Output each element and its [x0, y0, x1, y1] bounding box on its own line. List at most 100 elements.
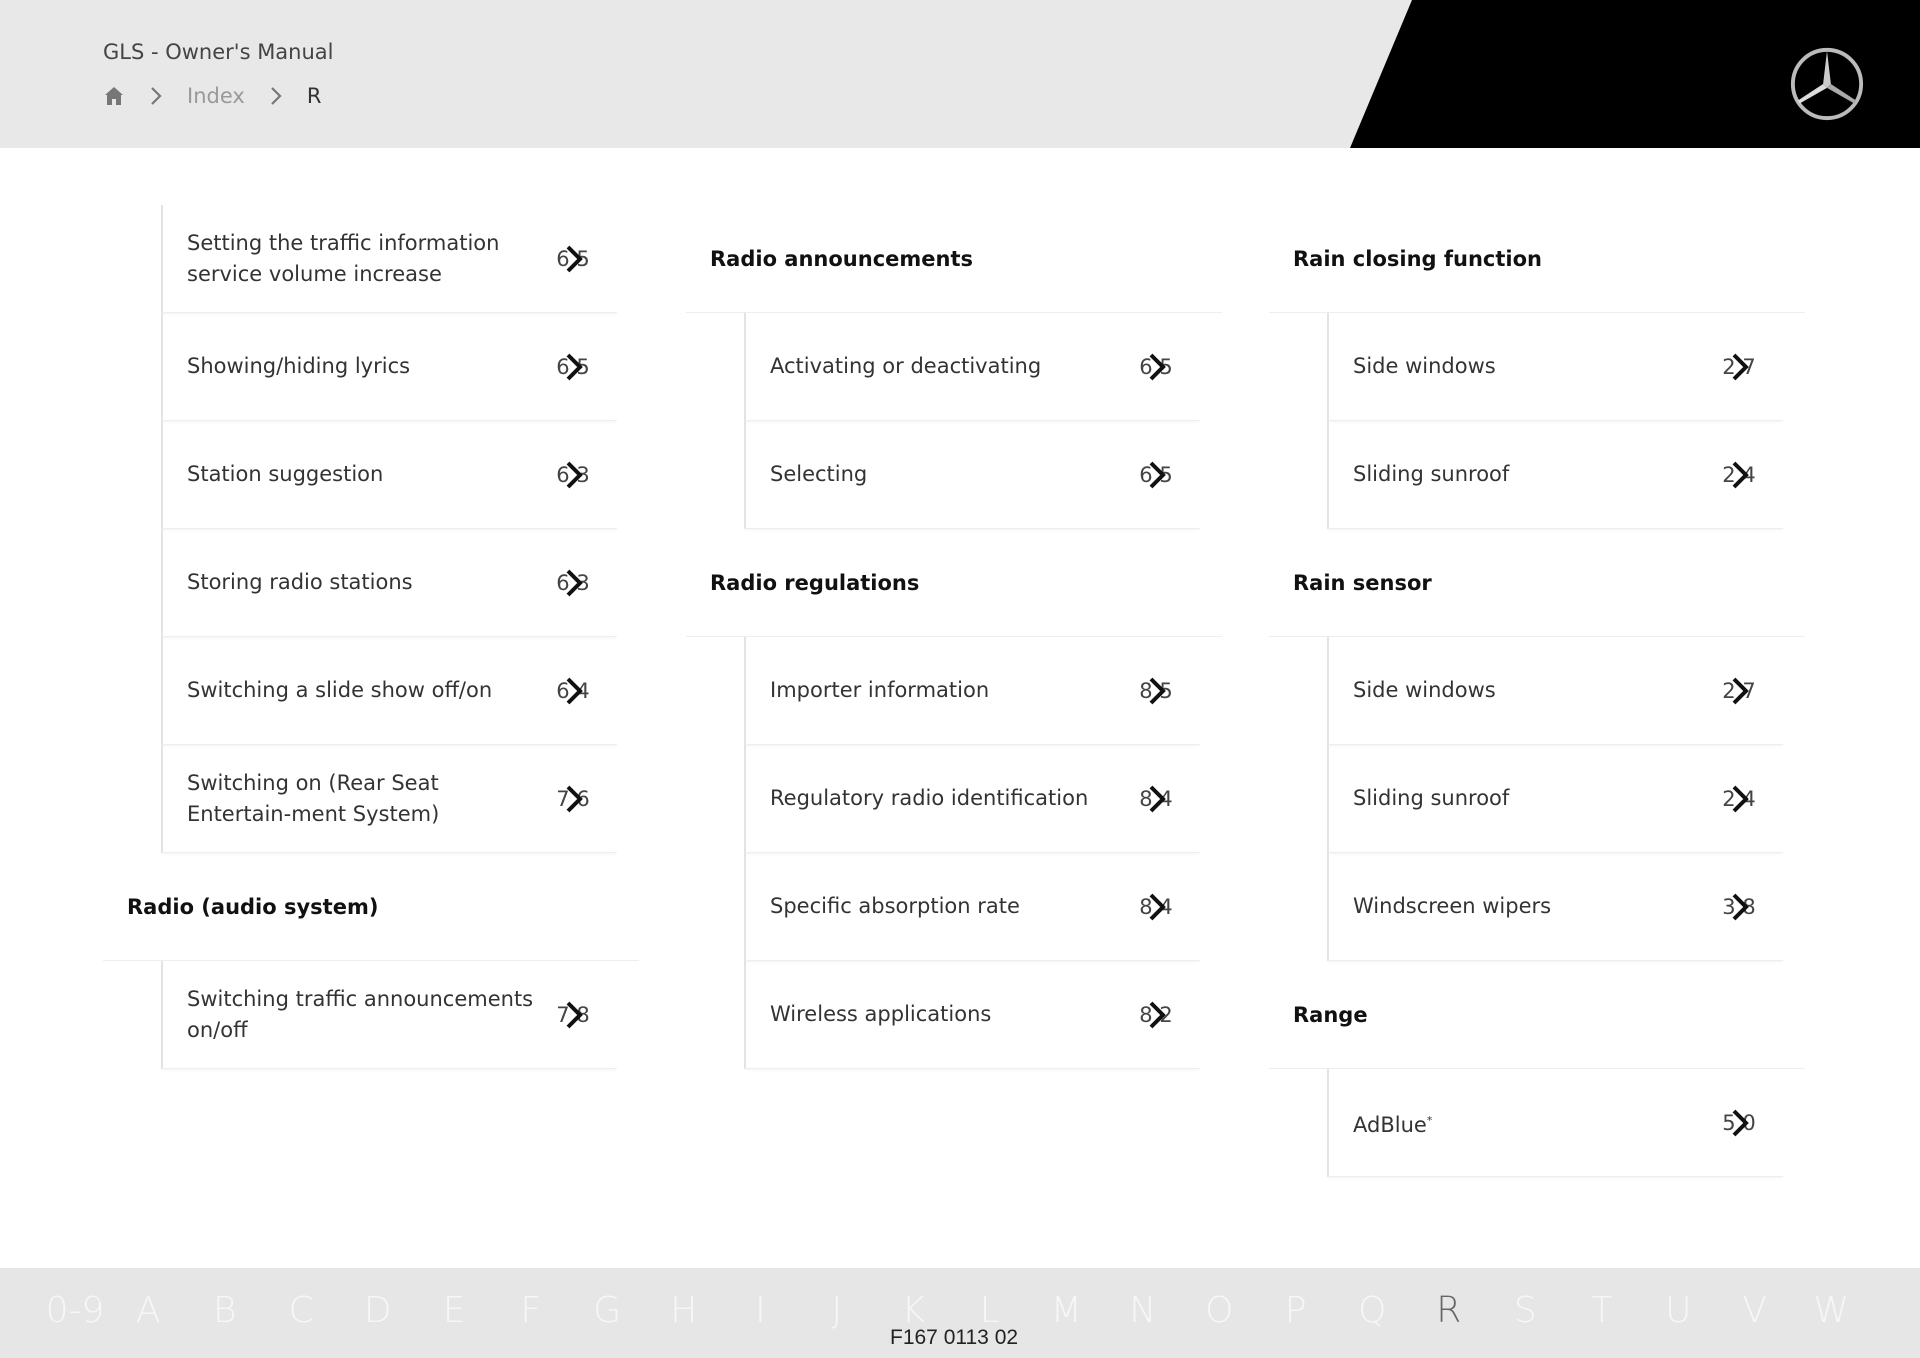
chevron-right-icon[interactable] [1727, 676, 1753, 706]
entry-label: Switching on (Rear Seat Entertain-ment S… [187, 770, 440, 826]
index-entry[interactable]: Sliding sunroof 2 4 [1327, 421, 1783, 529]
index-heading: Radio (audio system) [103, 853, 639, 961]
index-heading: Rain closing function [1269, 205, 1805, 313]
alphabet-letter-c[interactable]: C [263, 1290, 340, 1331]
entry-label: Side windows [1353, 678, 1496, 702]
entry-label: Side windows [1353, 354, 1496, 378]
entry-label: Activating or deactivating [770, 354, 1042, 378]
chevron-right-icon[interactable] [561, 676, 587, 706]
entry-label: Storing radio stations [187, 570, 413, 594]
header: GLS - Owner's Manual Index R [0, 0, 1920, 148]
index-heading: Radio regulations [686, 529, 1222, 637]
chevron-right-icon[interactable] [1727, 784, 1753, 814]
alphabet-nav: 0-9 A B C D E F G H I J K L M N O P Q R S T U V W F167 0113 02 [0, 1268, 1920, 1358]
index-entry[interactable]: Sliding sunroof 2 4 [1327, 745, 1783, 853]
index-entry[interactable]: Regulatory radio identification 8 4 [744, 745, 1200, 853]
alphabet-letter-u[interactable]: U [1640, 1290, 1717, 1331]
alphabet-letter-d[interactable]: D [340, 1290, 417, 1331]
index-entry[interactable]: Side windows 2 7 [1327, 313, 1783, 421]
breadcrumb: Index R [103, 84, 321, 108]
chevron-right-icon[interactable] [561, 460, 587, 490]
chevron-right-icon[interactable] [1727, 460, 1753, 490]
entry-label: Specific absorption rate [770, 894, 1020, 918]
alphabet-letter-f[interactable]: F [493, 1290, 570, 1331]
index-entry[interactable]: Wireless applications 8 2 [744, 961, 1200, 1069]
document-id: F167 0113 02 [890, 1326, 1019, 1349]
entry-label: Regulatory radio identification [770, 786, 1089, 810]
breadcrumb-current: R [306, 84, 322, 108]
alphabet-letter-0-9[interactable]: 0-9 [40, 1290, 110, 1331]
alphabet-letter-s[interactable]: S [1487, 1290, 1564, 1331]
index-entry[interactable]: Switching a slide show off/on 6 4 [161, 637, 617, 745]
index-heading: Radio announcements [686, 205, 1222, 313]
entry-label: Sliding sunroof [1353, 462, 1510, 486]
chevron-right-icon[interactable] [561, 352, 587, 382]
index-entry[interactable]: AdBlue* 5 0 [1327, 1069, 1783, 1177]
chevron-right-icon[interactable] [1144, 352, 1170, 382]
entry-label: Selecting [770, 462, 868, 486]
footnote-marker: * [1426, 1113, 1433, 1127]
index-entry[interactable]: Showing/hiding lyrics 6 5 [161, 313, 617, 421]
index-column-1: Setting the traffic information service … [103, 205, 639, 1069]
index-entry[interactable]: Specific absorption rate 8 4 [744, 853, 1200, 961]
index-entry[interactable]: Importer information 8 5 [744, 637, 1200, 745]
chevron-right-icon[interactable] [1144, 784, 1170, 814]
chevron-right-icon[interactable] [1144, 460, 1170, 490]
chevron-right-icon [271, 87, 282, 105]
alphabet-letter-j[interactable]: J [799, 1290, 876, 1331]
chevron-right-icon[interactable] [561, 1000, 587, 1030]
alphabet-letter-l[interactable]: L [952, 1290, 1029, 1331]
breadcrumb-index-link[interactable]: Index [187, 84, 245, 108]
chevron-right-icon[interactable] [1727, 892, 1753, 922]
entry-label: Switching traffic announcements on/off [187, 986, 534, 1042]
alphabet-letter-n[interactable]: N [1105, 1290, 1182, 1331]
index-entry[interactable]: Switching on (Rear Seat Entertain-ment S… [161, 745, 617, 853]
alphabet-letter-w[interactable]: W [1793, 1290, 1870, 1331]
entry-label: Setting the traffic information service … [187, 230, 500, 286]
index-heading: Range [1269, 961, 1805, 1069]
alphabet-letter-q[interactable]: Q [1334, 1290, 1411, 1331]
chevron-right-icon[interactable] [1727, 352, 1753, 382]
index-entry[interactable]: Selecting 6 5 [744, 421, 1200, 529]
index-entry[interactable]: Activating or deactivating 6 5 [744, 313, 1200, 421]
alphabet-letter-m[interactable]: M [1028, 1290, 1105, 1331]
entry-label: Importer information [770, 678, 990, 702]
home-icon[interactable] [103, 85, 125, 107]
index-entry[interactable]: Station suggestion 6 3 [161, 421, 617, 529]
entry-label: Sliding sunroof [1353, 786, 1510, 810]
entry-label: Wireless applications [770, 1002, 992, 1026]
chevron-right-icon[interactable] [561, 244, 587, 274]
alphabet-letter-e[interactable]: E [416, 1290, 493, 1331]
entry-label: Station suggestion [187, 462, 384, 486]
chevron-right-icon[interactable] [1144, 676, 1170, 706]
chevron-right-icon[interactable] [561, 784, 587, 814]
index-entry[interactable]: Windscreen wipers 3 8 [1327, 853, 1783, 961]
alphabet-letter-b[interactable]: B [187, 1290, 264, 1331]
mercedes-star-logo [1790, 47, 1864, 121]
chevron-right-icon[interactable] [1727, 1108, 1753, 1138]
index-entry[interactable]: Storing radio stations 6 3 [161, 529, 617, 637]
index-column-3: Rain closing function Side windows 2 7 S… [1269, 205, 1805, 1177]
alphabet-letter-o[interactable]: O [1181, 1290, 1258, 1331]
alphabet-letter-r[interactable]: R [1411, 1290, 1488, 1331]
alphabet-letter-i[interactable]: I [722, 1290, 799, 1331]
chevron-right-icon[interactable] [1144, 892, 1170, 922]
index-entry[interactable]: Switching traffic announcements on/off 7… [161, 961, 617, 1069]
alphabet-letters: 0-9 A B C D E F G H I J K L M N O P Q R S T U V W [40, 1290, 1870, 1331]
app-title: GLS - Owner's Manual [103, 40, 334, 64]
index-entry[interactable]: Setting the traffic information service … [161, 205, 617, 313]
alphabet-letter-v[interactable]: V [1717, 1290, 1794, 1331]
alphabet-letter-a[interactable]: A [110, 1290, 187, 1331]
chevron-right-icon [151, 87, 162, 105]
entry-label-text: AdBlue [1353, 1112, 1427, 1137]
alphabet-letter-h[interactable]: H [646, 1290, 723, 1331]
alphabet-letter-p[interactable]: P [1258, 1290, 1335, 1331]
alphabet-letter-k[interactable]: K [875, 1290, 952, 1331]
index-entry[interactable]: Side windows 2 7 [1327, 637, 1783, 745]
chevron-right-icon[interactable] [1144, 1000, 1170, 1030]
alphabet-letter-g[interactable]: G [569, 1290, 646, 1331]
index-heading: Rain sensor [1269, 529, 1805, 637]
chevron-right-icon[interactable] [561, 568, 587, 598]
alphabet-letter-t[interactable]: T [1564, 1290, 1641, 1331]
index-column-2: Radio announcements Activating or deacti… [686, 205, 1222, 1069]
